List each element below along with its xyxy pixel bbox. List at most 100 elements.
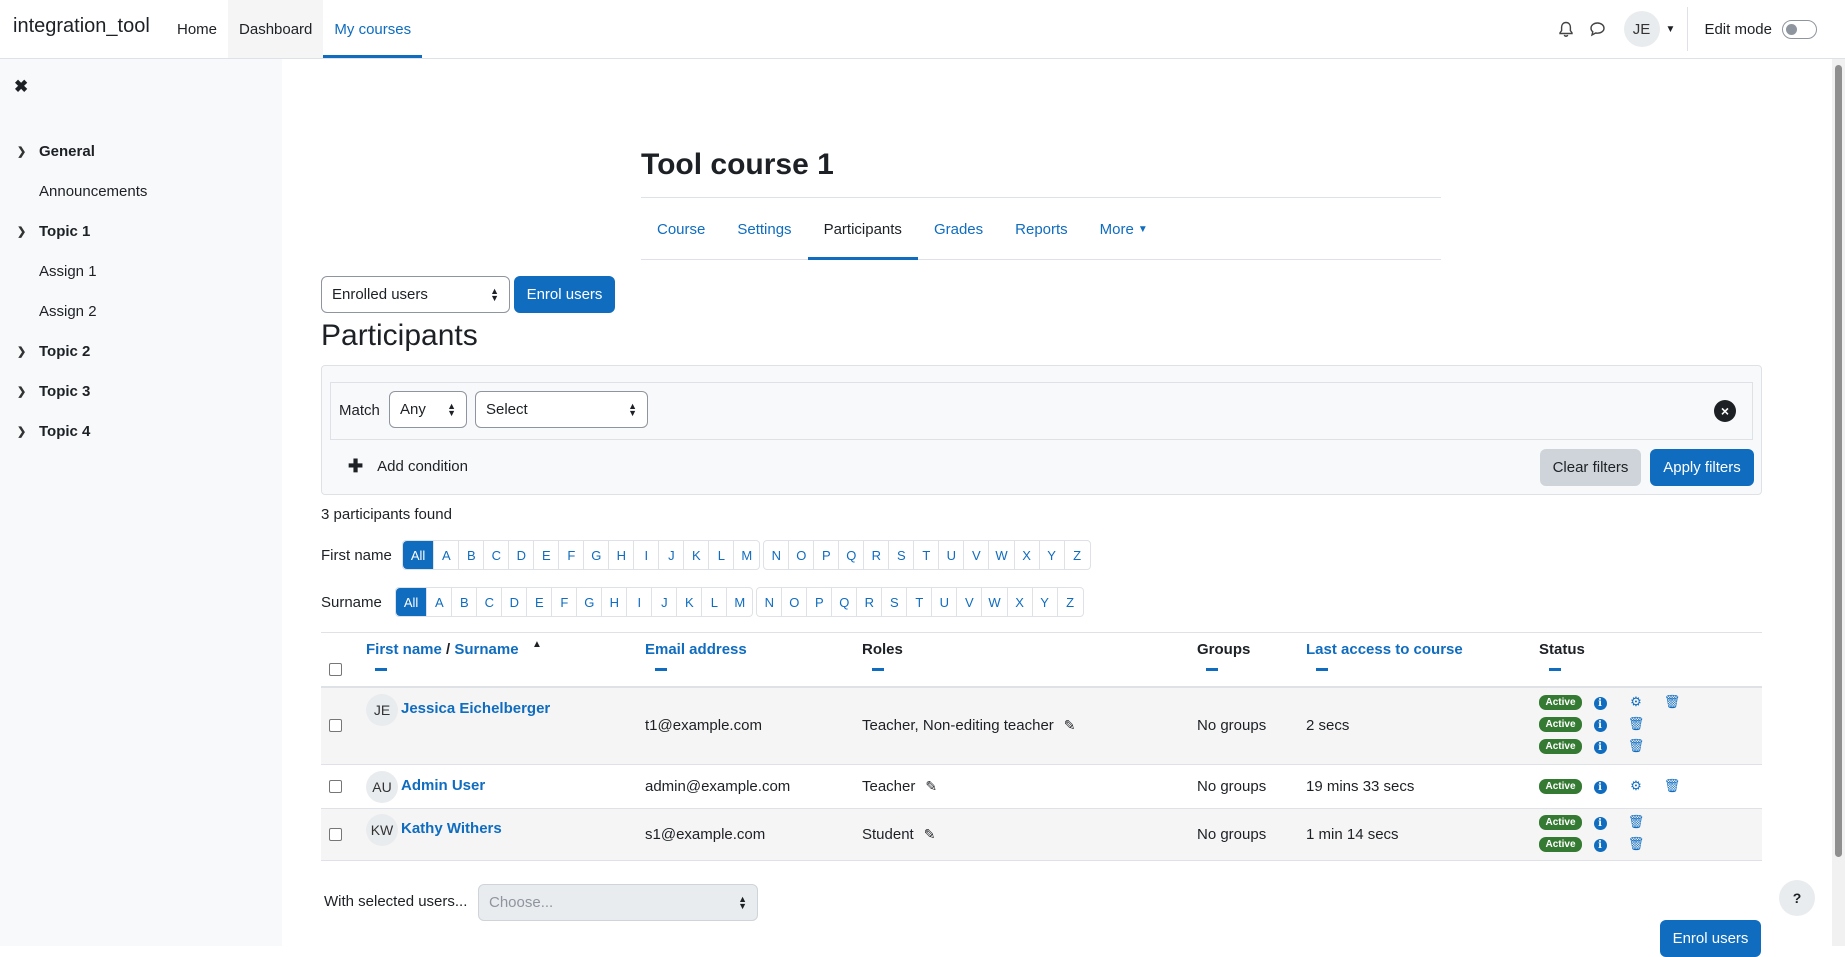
select-all-checkbox[interactable]	[329, 663, 342, 676]
nav-my-courses[interactable]: My courses	[323, 0, 423, 58]
first-name-letter-n[interactable]: N	[764, 541, 790, 569]
surname-letter-c[interactable]: C	[477, 588, 503, 616]
surname-letter-w[interactable]: W	[982, 588, 1008, 616]
surname-letter-all[interactable]: All	[395, 588, 428, 616]
surname-letter-n[interactable]: N	[757, 588, 783, 616]
section-topic-2[interactable]: ❯ Topic 2	[0, 331, 282, 371]
unenrol-trash-icon[interactable]: 🗑	[1618, 836, 1654, 852]
user-name-link[interactable]: Jessica Eichelberger	[401, 700, 550, 717]
first-name-letter-j[interactable]: J	[659, 541, 685, 569]
row-checkbox[interactable]	[329, 719, 342, 732]
first-name-letter-all[interactable]: All	[402, 541, 435, 569]
first-name-letter-x[interactable]: X	[1015, 541, 1040, 569]
bulk-action-select[interactable]: Choose... ▲ ▼	[478, 884, 758, 921]
tab-participants[interactable]: Participants	[807, 198, 918, 260]
enrol-users-button[interactable]: Enrol users	[514, 276, 615, 313]
add-condition-button[interactable]: ✚ Add condition	[348, 456, 468, 477]
first-name-letter-s[interactable]: S	[889, 541, 915, 569]
activity-announcements[interactable]: Announcements	[0, 171, 282, 211]
surname-letter-s[interactable]: S	[882, 588, 908, 616]
unenrol-trash-icon[interactable]: 🗑	[1618, 738, 1654, 754]
first-name-letter-a[interactable]: A	[434, 541, 460, 569]
surname-letter-u[interactable]: U	[932, 588, 958, 616]
user-name-link[interactable]: Kathy Withers	[401, 820, 502, 837]
remove-condition-icon[interactable]: ×	[1714, 400, 1736, 422]
tab-grades[interactable]: Grades	[918, 198, 999, 260]
enrolled-users-select[interactable]: Enrolled users ▲ ▼	[321, 276, 510, 313]
collapse-column-icon[interactable]	[375, 668, 387, 671]
surname-letter-g[interactable]: G	[577, 588, 603, 616]
collapse-column-icon[interactable]	[1549, 668, 1561, 671]
row-checkbox[interactable]	[329, 828, 342, 841]
surname-letter-q[interactable]: Q	[832, 588, 858, 616]
enrol-users-button-bottom[interactable]: Enrol users	[1660, 920, 1761, 957]
first-name-letter-i[interactable]: I	[634, 541, 660, 569]
row-checkbox[interactable]	[329, 780, 342, 793]
surname-letter-t[interactable]: T	[907, 588, 933, 616]
collapse-column-icon[interactable]	[655, 668, 667, 671]
edit-enrolment-gear-icon[interactable]: ⚙	[1618, 778, 1654, 794]
surname-letter-l[interactable]: L	[702, 588, 728, 616]
enrolment-info-icon[interactable]: i	[1582, 836, 1618, 852]
enrolment-info-icon[interactable]: i	[1582, 814, 1618, 830]
first-name-letter-y[interactable]: Y	[1040, 541, 1065, 569]
match-any-select[interactable]: Any ▲ ▼	[389, 391, 467, 428]
activity-assign-2[interactable]: Assign 2	[0, 291, 282, 331]
chevron-down-icon[interactable]: ❯	[17, 145, 29, 158]
collapse-column-icon[interactable]	[1206, 668, 1218, 671]
nav-dashboard[interactable]: Dashboard	[228, 0, 324, 58]
unenrol-trash-icon[interactable]: 🗑	[1618, 814, 1654, 830]
sort-first-name-link[interactable]: First name	[366, 641, 442, 658]
enrolment-info-icon[interactable]: i	[1582, 716, 1618, 732]
sort-last-access-link[interactable]: Last access to course	[1306, 641, 1463, 658]
tab-course[interactable]: Course	[641, 198, 721, 260]
first-name-letter-v[interactable]: V	[964, 541, 990, 569]
first-name-letter-z[interactable]: Z	[1065, 541, 1090, 569]
messages-chat-icon[interactable]	[1582, 13, 1614, 45]
help-icon[interactable]: ?	[1779, 880, 1815, 916]
first-name-letter-t[interactable]: T	[914, 541, 940, 569]
surname-letter-e[interactable]: E	[527, 588, 553, 616]
first-name-letter-c[interactable]: C	[484, 541, 510, 569]
first-name-letter-p[interactable]: P	[814, 541, 840, 569]
section-topic-3[interactable]: ❯ Topic 3	[0, 371, 282, 411]
chevron-down-icon[interactable]: ❯	[17, 225, 29, 238]
collapse-column-icon[interactable]	[1316, 668, 1328, 671]
first-name-letter-l[interactable]: L	[709, 541, 735, 569]
surname-letter-a[interactable]: A	[427, 588, 453, 616]
tab-reports[interactable]: Reports	[999, 198, 1084, 260]
unenrol-trash-icon[interactable]: 🗑	[1654, 694, 1690, 710]
first-name-letter-r[interactable]: R	[864, 541, 890, 569]
first-name-letter-g[interactable]: G	[584, 541, 610, 569]
edit-roles-pencil-icon[interactable]: ✎	[924, 826, 936, 842]
surname-letter-p[interactable]: P	[807, 588, 833, 616]
tab-more[interactable]: More ▼	[1084, 198, 1164, 260]
first-name-letter-u[interactable]: U	[939, 541, 965, 569]
edit-mode-toggle[interactable]	[1782, 19, 1817, 39]
unenrol-trash-icon[interactable]: 🗑	[1654, 778, 1690, 794]
surname-letter-h[interactable]: H	[602, 588, 628, 616]
user-menu[interactable]: JE ▼	[1623, 11, 1675, 47]
enrolment-info-icon[interactable]: i	[1582, 738, 1618, 754]
collapse-column-icon[interactable]	[872, 668, 884, 671]
clear-filters-button[interactable]: Clear filters	[1540, 449, 1641, 486]
user-name-link[interactable]: Admin User	[401, 777, 485, 794]
surname-letter-y[interactable]: Y	[1033, 588, 1058, 616]
sort-email-link[interactable]: Email address	[645, 641, 747, 658]
surname-letter-f[interactable]: F	[552, 588, 578, 616]
surname-letter-z[interactable]: Z	[1058, 588, 1083, 616]
first-name-letter-m[interactable]: M	[734, 541, 759, 569]
activity-assign-1[interactable]: Assign 1	[0, 251, 282, 291]
edit-roles-pencil-icon[interactable]: ✎	[925, 778, 937, 794]
page-scrollbar[interactable]	[1832, 59, 1845, 946]
section-general[interactable]: ❯ General	[0, 131, 282, 171]
surname-letter-d[interactable]: D	[502, 588, 528, 616]
edit-enrolment-gear-icon[interactable]: ⚙	[1618, 694, 1654, 710]
site-brand[interactable]: integration_tool	[13, 15, 150, 38]
chevron-down-icon[interactable]: ❯	[17, 345, 29, 358]
first-name-letter-w[interactable]: W	[989, 541, 1015, 569]
sort-surname-link[interactable]: Surname	[454, 641, 518, 658]
first-name-letter-q[interactable]: Q	[839, 541, 865, 569]
first-name-letter-h[interactable]: H	[609, 541, 635, 569]
surname-letter-r[interactable]: R	[857, 588, 883, 616]
